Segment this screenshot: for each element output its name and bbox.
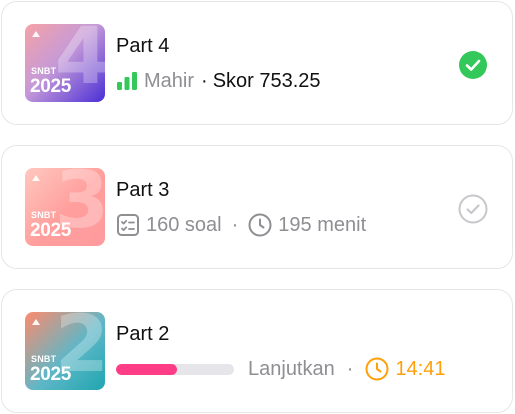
tryout-part-list: 4 SNBT 2025 Part 4 Mahir · Skor 753.25 3… (0, 0, 515, 414)
part-thumbnail: 3 SNBT 2025 (25, 168, 105, 246)
level-label: Mahir (144, 69, 195, 92)
duration-label: 195 menit (278, 213, 367, 236)
meta-separator: · (346, 357, 354, 380)
part-card-4[interactable]: 4 SNBT 2025 Part 4 Mahir · Skor 753.25 (1, 1, 513, 125)
check-circle-outline-icon (458, 194, 488, 224)
question-count: 160 soal (146, 213, 222, 236)
score-label: Skor 753.25 (212, 69, 321, 92)
continue-link[interactable]: Lanjutkan (248, 358, 335, 381)
part-meta: Lanjutkan · 14:41 (116, 356, 445, 382)
part-title: Part 3 (116, 179, 170, 201)
part-card-2[interactable]: 2 SNBT 2025 Part 2 Lanjutkan · 14:41 (1, 289, 513, 413)
progress-fill (116, 363, 178, 375)
meta-separator: · (201, 69, 208, 92)
progress-bar (116, 363, 234, 375)
timer-label: 14:41 (395, 357, 446, 380)
signal-bars-icon (117, 72, 137, 90)
check-circle-filled-icon (459, 51, 487, 79)
part-meta: Mahir · Skor 753.25 (116, 68, 321, 94)
part-card-3[interactable]: 3 SNBT 2025 Part 3 160 soal · 195 menit (1, 145, 513, 269)
thumbnail-year: 2025 (30, 76, 72, 97)
thumbnail-label: SNBT (31, 66, 57, 76)
thumbnail-year: 2025 (30, 220, 72, 241)
brand-logo-icon (32, 31, 40, 37)
thumbnail-label: SNBT (31, 354, 57, 364)
brand-logo-icon (32, 175, 40, 181)
thumbnail-year: 2025 (30, 364, 72, 385)
checklist-icon (117, 214, 139, 236)
thumbnail-label: SNBT (31, 210, 57, 220)
part-meta: 160 soal · 195 menit (116, 212, 366, 238)
part-thumbnail: 4 SNBT 2025 (25, 24, 105, 102)
part-title: Part 2 (116, 323, 170, 345)
brand-logo-icon (32, 319, 40, 325)
clock-icon (248, 213, 272, 237)
part-title: Part 4 (116, 35, 170, 57)
part-thumbnail: 2 SNBT 2025 (25, 312, 105, 390)
timer-clock-icon (365, 357, 389, 381)
meta-separator: · (231, 213, 239, 236)
